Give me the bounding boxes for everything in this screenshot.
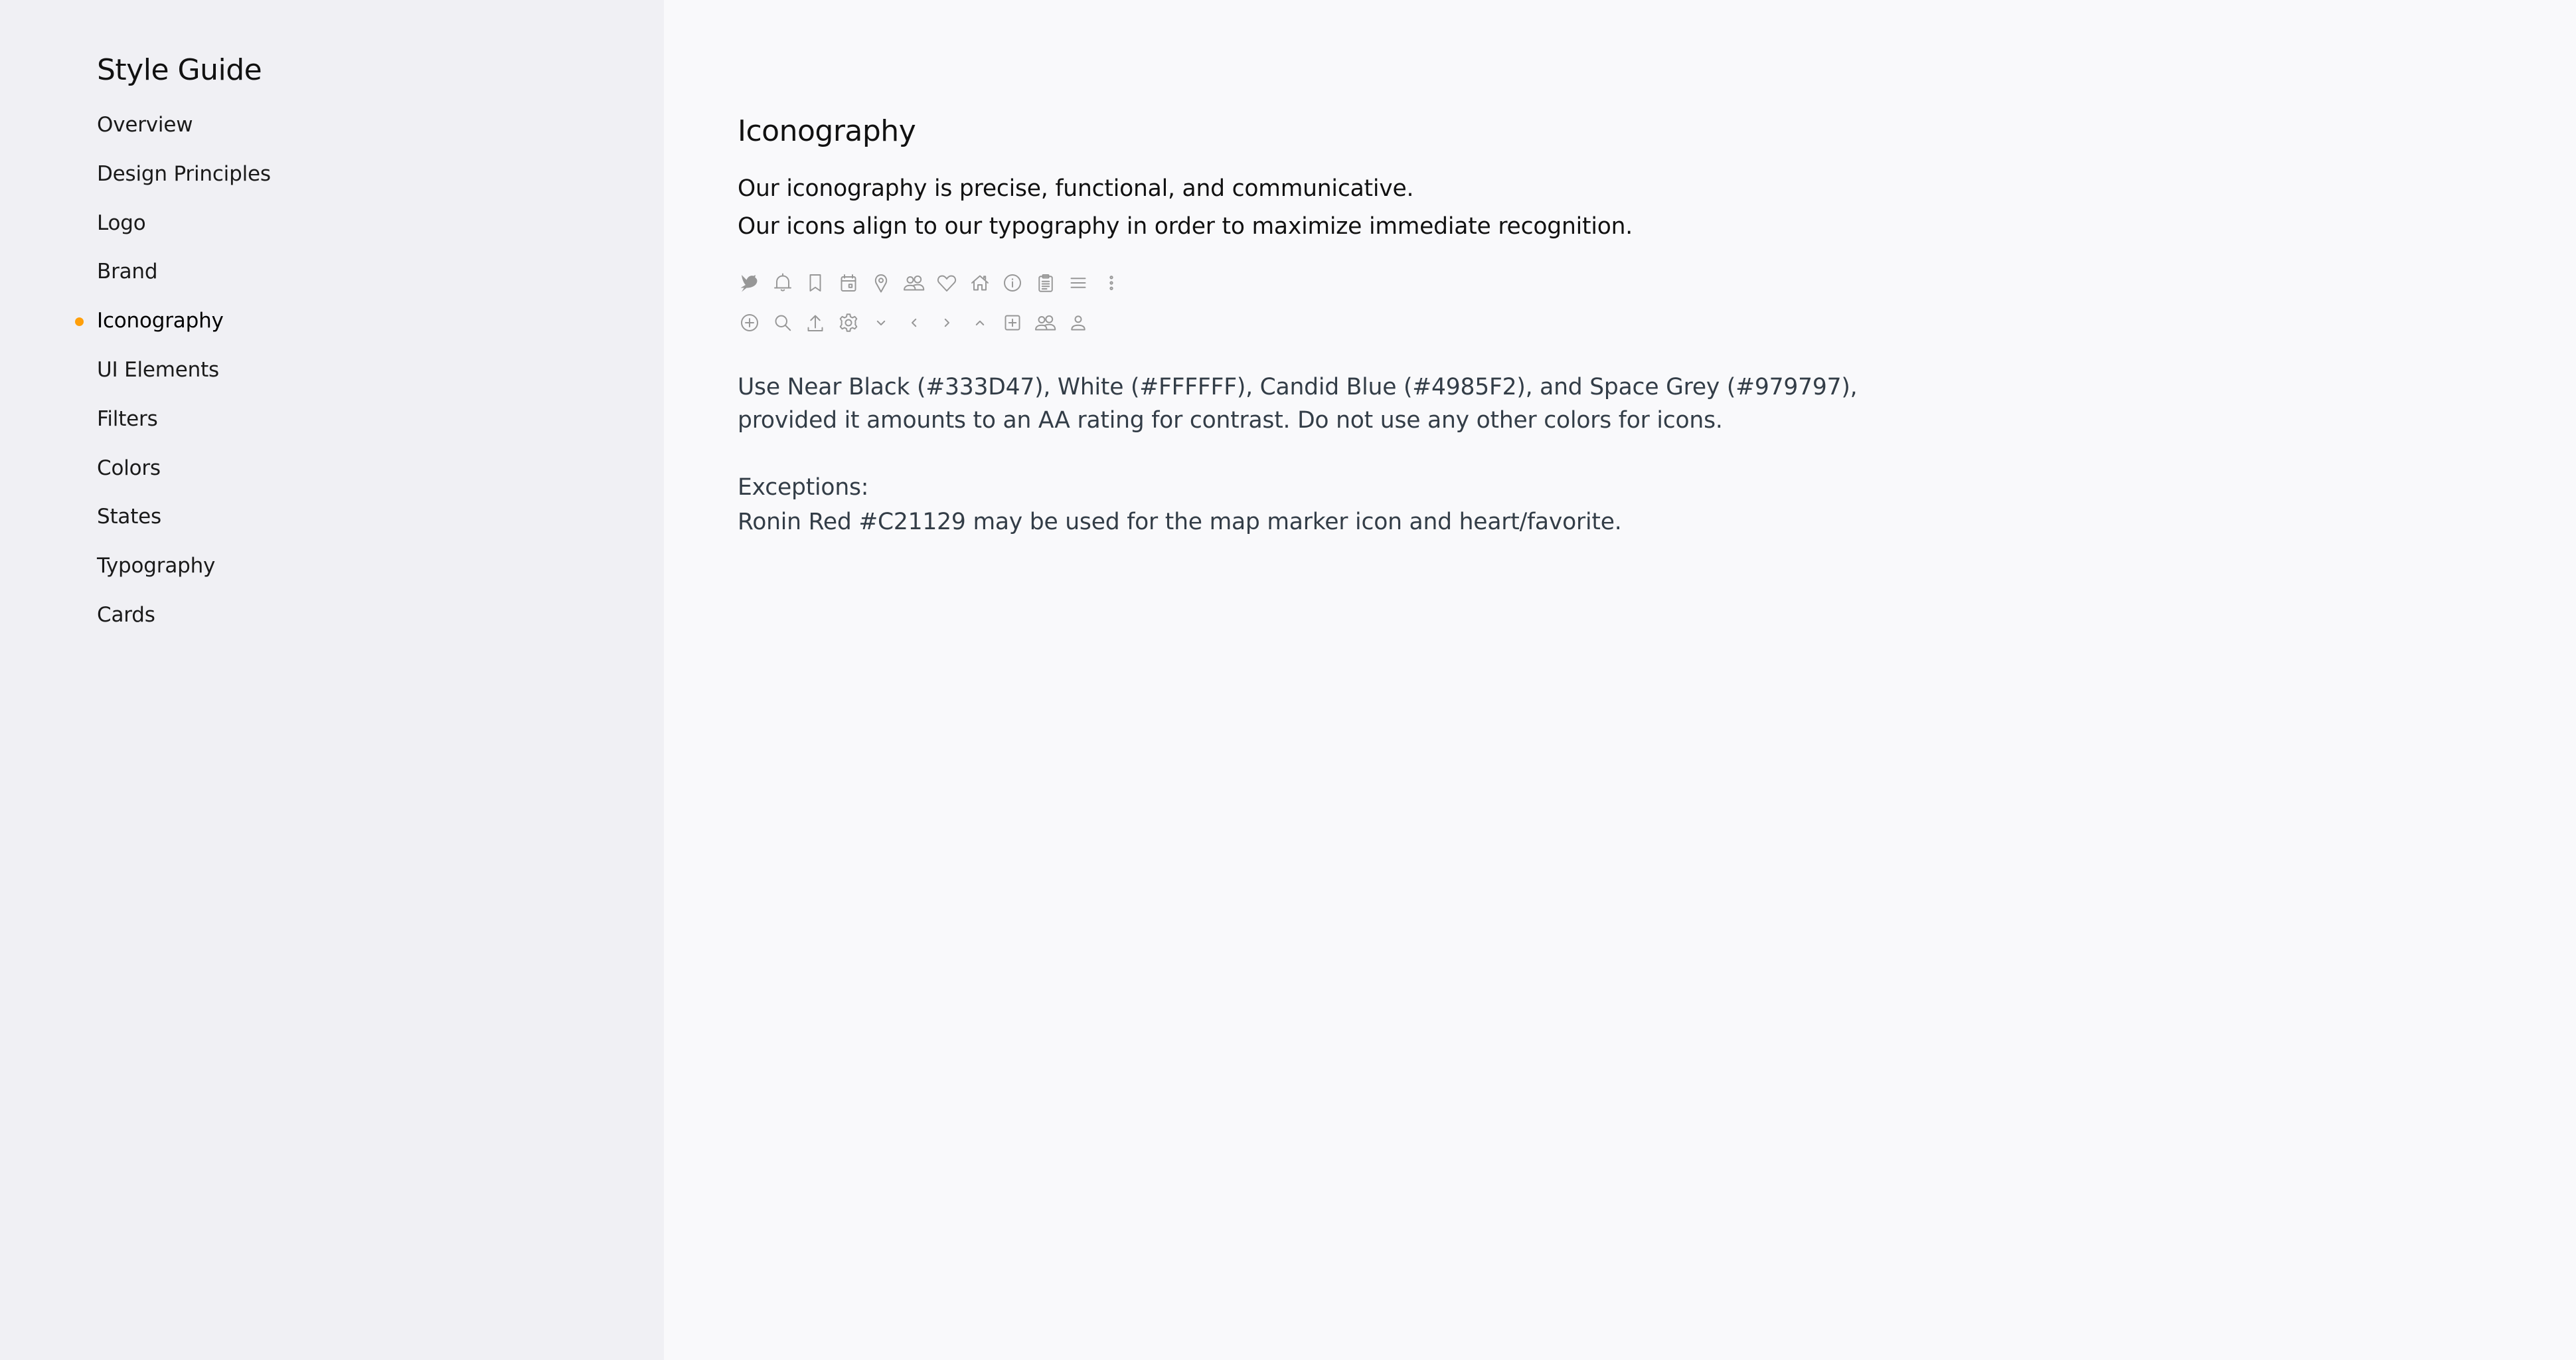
sidebar-item-label: Design Principles <box>97 161 271 186</box>
add-square-icon <box>1001 311 1024 335</box>
search-icon <box>771 311 795 335</box>
active-indicator-dot <box>75 317 84 327</box>
group-icon <box>902 271 926 295</box>
icon-row-1 <box>738 270 1999 296</box>
sidebar-title: Style Guide <box>97 53 262 87</box>
menu-icon <box>1066 271 1090 295</box>
upload-icon <box>803 311 827 335</box>
sidebar-item-label: Brand <box>97 260 158 284</box>
sidebar-item-typography[interactable]: Typography <box>0 551 664 600</box>
info-icon <box>1001 271 1024 295</box>
iconography-section: Iconography Our iconography is precise, … <box>738 112 1999 539</box>
page-title: Iconography <box>738 114 916 148</box>
intro-text: Our iconography is precise, functional, … <box>738 170 1999 246</box>
exceptions-text: Ronin Red #C21129 may be used for the ma… <box>738 509 1622 535</box>
exceptions-block: Exceptions: Ronin Red #C21129 may be use… <box>738 470 1999 539</box>
icon-row-2 <box>738 309 1999 336</box>
sidebar-item-label: Typography <box>97 554 216 578</box>
sidebar-item-label: Colors <box>97 456 161 480</box>
user-icon <box>1066 311 1090 335</box>
sidebar-item-ui-elements[interactable]: UI Elements <box>0 355 664 404</box>
sidebar-nav: Overview Design Principles Logo Brand Ic… <box>0 110 664 649</box>
exceptions-label: Exceptions: <box>738 474 869 501</box>
sidebar: Style Guide Overview Design Principles L… <box>0 0 664 1360</box>
more-vertical-icon <box>1099 271 1123 295</box>
sidebar-item-colors[interactable]: Colors <box>0 454 664 503</box>
bird-logo-icon <box>738 271 762 295</box>
chevron-down-icon <box>869 311 893 335</box>
add-circle-icon <box>738 311 762 335</box>
sidebar-item-label: Filters <box>97 406 158 431</box>
sidebar-item-overview[interactable]: Overview <box>0 110 664 159</box>
bell-icon <box>771 271 795 295</box>
sidebar-item-iconography[interactable]: Iconography <box>0 306 664 355</box>
sidebar-item-states[interactable]: States <box>0 502 664 551</box>
sidebar-item-brand[interactable]: Brand <box>0 257 664 306</box>
group-icon <box>1034 311 1058 335</box>
calendar-icon <box>837 271 860 295</box>
sidebar-item-logo[interactable]: Logo <box>0 209 664 258</box>
gear-icon <box>837 311 860 335</box>
sidebar-item-label: UI Elements <box>97 357 219 382</box>
sidebar-item-design-principles[interactable]: Design Principles <box>0 159 664 209</box>
sidebar-item-label: Logo <box>97 211 146 235</box>
icon-color-guidance: Use Near Black (#333D47), White (#FFFFFF… <box>738 374 1858 434</box>
bookmark-icon <box>803 271 827 295</box>
chevron-up-icon <box>968 311 992 335</box>
home-icon <box>968 271 992 295</box>
heart-icon <box>935 271 959 295</box>
chevron-right-icon <box>935 311 959 335</box>
main-content: Iconography Our iconography is precise, … <box>664 0 2576 1360</box>
intro-line: Our iconography is precise, functional, … <box>738 175 1414 202</box>
sidebar-item-label: Overview <box>97 113 193 137</box>
chevron-left-icon <box>902 311 926 335</box>
map-marker-icon <box>869 271 893 295</box>
sidebar-item-filters[interactable]: Filters <box>0 404 664 454</box>
sidebar-item-label: Cards <box>97 602 155 627</box>
clipboard-icon <box>1034 271 1058 295</box>
sidebar-item-label: States <box>97 505 162 529</box>
sidebar-item-cards[interactable]: Cards <box>0 600 664 649</box>
intro-line: Our icons align to our typography in ord… <box>738 213 1633 240</box>
sidebar-item-label: Iconography <box>97 309 224 333</box>
